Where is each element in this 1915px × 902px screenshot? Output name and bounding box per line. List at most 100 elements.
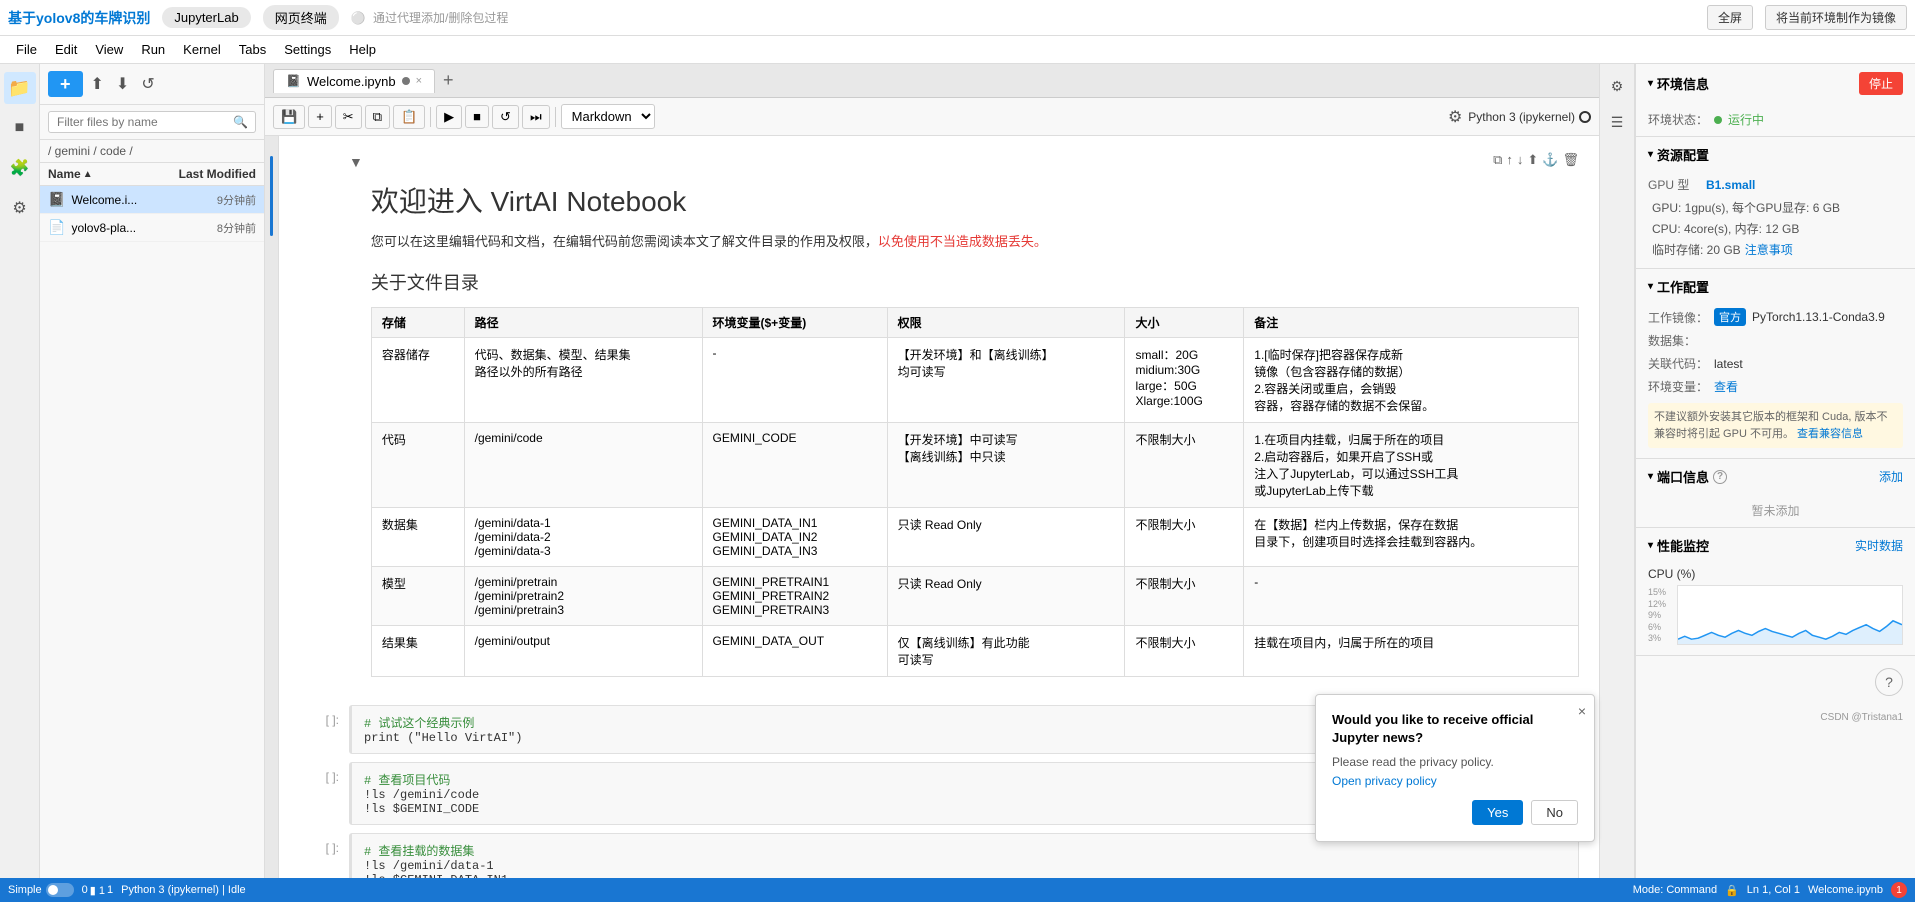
delete-cell-icon[interactable]: 🗑 (1562, 152, 1579, 168)
td-note-1: 1.在项目内挂载，归属于所在的项目2.启动容器后，如果开启了SSH或注入了Jup… (1244, 422, 1579, 507)
env-var-link[interactable]: 查看 (1714, 378, 1738, 395)
realtime-button[interactable]: 实时数据 (1855, 537, 1903, 554)
menu-kernel[interactable]: Kernel (175, 40, 229, 59)
move-up-icon[interactable]: ↑ (1506, 152, 1513, 168)
performance-header[interactable]: ▾ 性能监控 实时数据 (1636, 528, 1915, 563)
menu-settings[interactable]: Settings (276, 40, 339, 59)
port-info-header[interactable]: ▾ 端口信息 ? 添加 (1636, 459, 1915, 494)
no-button[interactable]: No (1531, 800, 1578, 825)
upload-button2[interactable]: ⬇ (112, 70, 133, 98)
csdn-attribution: CSDN @Tristana1 (1636, 708, 1915, 727)
tab-terminal[interactable]: 网页终端 (263, 5, 339, 30)
env-info-title: 环境信息 (1657, 74, 1709, 93)
menu-edit[interactable]: Edit (47, 40, 85, 59)
notebook-toolbar: 💾 + ✂ ⧉ 📋 ▶ ■ ↺ ⏭ Markdown Code Raw ⚙ Py… (265, 98, 1599, 136)
image-value: PyTorch1.13.1-Conda3.9 (1752, 310, 1885, 324)
refresh-button[interactable]: ↺ (137, 70, 158, 98)
simple-mode-toggle[interactable]: Simple (8, 883, 74, 897)
copy-cell-icon[interactable]: ⧉ (1493, 152, 1502, 168)
td-note-4: 挂载在项目内，归属于所在的项目 (1244, 625, 1579, 676)
move-down-icon[interactable]: ↓ (1517, 152, 1524, 168)
status-bar: Simple 0 ▮ 1 1 Python 3 (ipykernel) | Id… (0, 878, 1915, 902)
top-bar: 基于yolov8的车牌识别 JupyterLab 网页终端 ⚪ 通过代理添加/删… (0, 0, 1915, 36)
extension-icon[interactable]: 🧩 (4, 152, 36, 184)
sidebar-toolbar: + ⬆ ⬇ ↺ (40, 64, 264, 105)
popup-close-button[interactable]: × (1578, 703, 1586, 719)
cpu-chart-svg (1678, 586, 1902, 644)
cuda-warning: 不建议额外安装其它版本的框架和 Cuda, 版本不兼容时将引起 GPU 不可用。… (1648, 403, 1903, 448)
settings-icon[interactable]: ⚙ (4, 192, 36, 224)
stop-kernel-button[interactable]: ■ (465, 105, 489, 128)
cell-collapse-arrow[interactable]: ▼ (349, 154, 363, 170)
key-code-row: 关联代码： latest (1648, 355, 1903, 372)
env-var-row: 环境变量： 查看 (1648, 378, 1903, 395)
share-icon[interactable]: ⬆ (1527, 152, 1538, 168)
anchor-icon[interactable]: ⚓ (1542, 152, 1558, 168)
dataset-row: 数据集： (1648, 332, 1903, 349)
add-cell-button[interactable]: + (308, 105, 332, 128)
yes-button[interactable]: Yes (1472, 800, 1523, 825)
fullscreen-button[interactable]: 全屏 (1707, 5, 1753, 30)
help-icon[interactable]: ? (1875, 668, 1903, 696)
menu-run[interactable]: Run (133, 40, 173, 59)
running-icon[interactable]: ■ (4, 112, 36, 144)
menu-file[interactable]: File (8, 40, 45, 59)
search-input[interactable] (48, 111, 256, 133)
notebook-settings-button[interactable]: ⚙ (1445, 104, 1465, 130)
popup-title: Would you like to receive official Jupyt… (1332, 711, 1578, 747)
key-code-value: latest (1714, 357, 1743, 371)
restart-kernel-button[interactable]: ↺ (492, 105, 519, 129)
file-item-yolov8[interactable]: 📄 yolov8-pla... 8分钟前 (40, 214, 264, 242)
add-port-button[interactable]: 添加 (1879, 468, 1903, 485)
notice-link[interactable]: 注意事项 (1745, 241, 1793, 258)
resource-config-header[interactable]: ▾ 资源配置 (1636, 137, 1915, 172)
welcome-cell: ▼ ⧉ ↑ ↓ ⬆ ⚓ (299, 152, 1579, 693)
tab-jupyterlab[interactable]: JupyterLab (162, 7, 250, 28)
save-button[interactable]: 💾 (273, 105, 305, 129)
cpu-detail: CPU: 4core(s), 内存: 12 GB (1648, 220, 1903, 237)
table-row-code: 代码 /gemini/code GEMINI_CODE 【开发环境】中可读写【离… (371, 422, 1578, 507)
comment-line-3: # 查看挂载的数据集 (364, 842, 1566, 859)
env-info-content: 环境状态： 运行中 (1636, 103, 1915, 136)
right-settings-icon[interactable]: ⚙ (1603, 72, 1631, 100)
env-info-header[interactable]: ▾ 环境信息 停止 (1636, 64, 1915, 103)
stop-env-button[interactable]: 停止 (1859, 72, 1903, 95)
td-size-2: 不限制大小 (1125, 507, 1244, 566)
upload-button[interactable]: ⬆ (87, 70, 108, 98)
restart-run-button[interactable]: ⏭ (522, 105, 550, 129)
snapshot-button[interactable]: 将当前环境制作为镜像 (1765, 5, 1907, 30)
work-config-title: 工作配置 (1657, 277, 1709, 296)
gpu-type-value: B1.small (1706, 178, 1755, 192)
notification-popup: × Would you like to receive official Jup… (1315, 694, 1595, 842)
paste-cell-button[interactable]: 📋 (393, 105, 425, 129)
menu-help[interactable]: Help (341, 40, 384, 59)
compat-link[interactable]: 查看兼容信息 (1797, 428, 1863, 440)
toggle-switch (46, 883, 74, 897)
cut-cell-button[interactable]: ✂ (335, 105, 362, 129)
install-link[interactable]: ⚪ 通过代理添加/删除包过程 (351, 9, 509, 26)
file-browser-icon[interactable]: 📁 (4, 72, 36, 104)
filename-status: Welcome.ipynb (1808, 884, 1883, 896)
td-storage-2: 数据集 (371, 507, 464, 566)
new-file-button[interactable]: + (48, 71, 83, 97)
work-config-header[interactable]: ▾ 工作配置 (1636, 269, 1915, 304)
table-row-container: 容器储存 代码、数据集、模型、结果集路径以外的所有路径 - 【开发环境】和【离线… (371, 337, 1578, 422)
tab-close-icon[interactable]: × (416, 75, 422, 87)
file-item-welcome[interactable]: 📓 Welcome.i... 9分钟前 (40, 186, 264, 214)
notebook-tab-welcome[interactable]: 📓 Welcome.ipynb × (273, 69, 435, 93)
key-code-label: 关联代码： (1648, 355, 1708, 372)
th-storage: 存储 (371, 307, 464, 337)
right-panels-icon[interactable]: ☰ (1603, 108, 1631, 136)
file-name-welcome: Welcome.i... (71, 193, 210, 207)
modified-column-header: Last Modified (176, 167, 256, 181)
menu-view[interactable]: View (87, 40, 131, 59)
cell-type-select[interactable]: Markdown Code Raw (561, 104, 655, 129)
right-icon-bar: ⚙ ☰ (1599, 64, 1635, 902)
new-tab-button[interactable]: + (439, 70, 458, 91)
td-env-0: - (702, 337, 887, 422)
privacy-policy-link[interactable]: Open privacy policy (1332, 774, 1437, 788)
run-cell-button[interactable]: ▶ (436, 105, 462, 129)
copy-cell-button[interactable]: ⧉ (365, 105, 390, 129)
menu-tabs[interactable]: Tabs (231, 40, 274, 59)
port-empty-text: 暂未添加 (1636, 494, 1915, 527)
